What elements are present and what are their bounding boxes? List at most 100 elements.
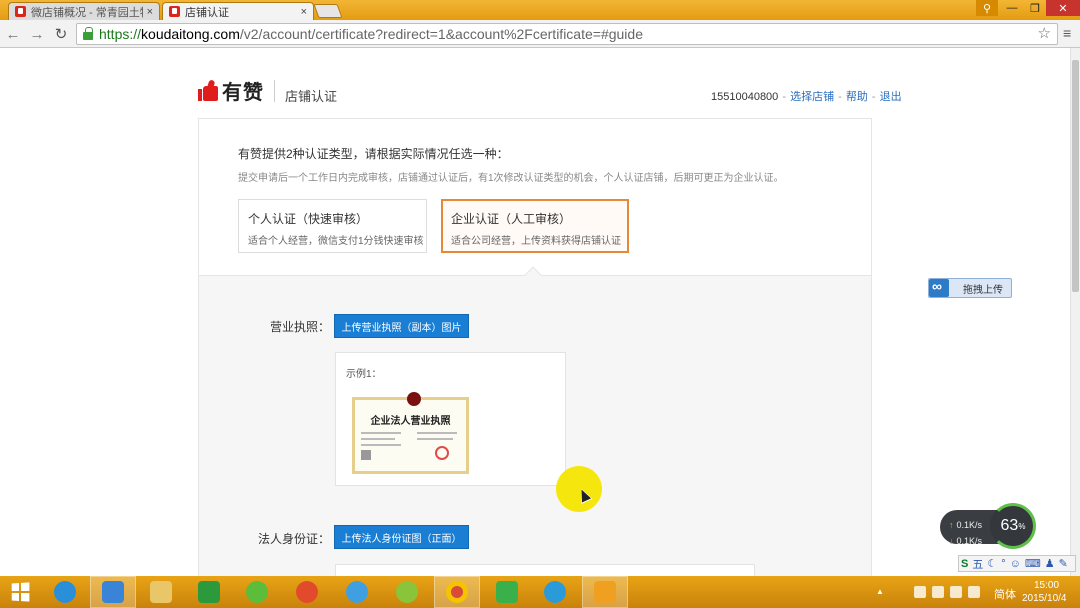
moon-icon[interactable]: ☾	[987, 557, 997, 570]
volume-icon[interactable]	[968, 586, 980, 598]
option-personal-certification[interactable]: 个人认证（快速审核） 适合个人经营，微信支付1分钱快速审核	[238, 199, 427, 253]
taskbar-360[interactable]	[234, 576, 280, 608]
option-title: 个人认证（快速审核）	[248, 212, 369, 226]
tab-close-icon[interactable]: ×	[301, 6, 307, 18]
windows-logo-icon	[11, 582, 30, 602]
tab-shop-certification[interactable]: 店铺认证 ×	[162, 2, 314, 20]
back-arrow-icon[interactable]: ←	[4, 25, 22, 43]
system-tray: ▲ 简体 15:00 2015/10/4	[870, 576, 1080, 608]
reload-icon[interactable]: ↻	[52, 25, 70, 43]
tab-title: 微店铺概况 - 常青园土特产	[31, 6, 143, 19]
forward-arrow-icon[interactable]: →	[28, 25, 46, 43]
security-app-icon	[246, 581, 268, 603]
window-close-icon[interactable]: ✕	[1046, 0, 1080, 16]
taskbar-chrome[interactable]	[434, 576, 480, 608]
punctuation-icon[interactable]: °	[1001, 558, 1005, 570]
clock-date[interactable]: 2015/10/4	[1022, 593, 1067, 604]
bookmark-star-icon[interactable]: ☆	[1038, 24, 1051, 42]
taskbar-store[interactable]	[186, 576, 232, 608]
download-speed: ↓ 0.1K/s	[949, 536, 982, 546]
drag-upload-button[interactable]: 拖拽上传	[928, 278, 1012, 298]
legal-id-label: 法人身份证：	[258, 532, 331, 546]
upload-license-button[interactable]: 上传营业执照（副本）图片	[334, 314, 469, 338]
taskbar-media-player[interactable]	[484, 576, 530, 608]
keyboard-icon[interactable]: ⌨	[1025, 557, 1041, 570]
cert-text-line	[417, 438, 453, 440]
download-speed-value: 0.1K/s	[956, 536, 983, 546]
upload-id-card-button[interactable]: 上传法人身份证图（正面）	[334, 525, 469, 549]
tab-shop-overview[interactable]: 微店铺概况 - 常青园土特产 ×	[8, 2, 160, 20]
ime-mode[interactable]: 五	[972, 556, 983, 572]
taskbar-pinwheel[interactable]	[284, 576, 330, 608]
lock-icon	[83, 27, 93, 40]
help-link[interactable]: 帮助	[846, 91, 868, 103]
start-button[interactable]	[0, 576, 40, 608]
taskbar-ie[interactable]	[42, 576, 88, 608]
taskbar-audio-recorder[interactable]	[582, 576, 628, 608]
cert-text-line	[417, 432, 457, 434]
qq-browser-icon	[346, 581, 368, 603]
scrollbar-thumb[interactable]	[1072, 60, 1079, 292]
maximize-icon[interactable]: ❐	[1024, 0, 1046, 16]
separator: -	[779, 91, 790, 103]
cert-text-line	[361, 444, 401, 446]
network-flag-icon[interactable]	[914, 586, 926, 598]
windows-taskbar: ▲ 简体 15:00 2015/10/4	[0, 576, 1080, 608]
tools-icon[interactable]: ✎	[1059, 557, 1068, 570]
taskbar-explorer[interactable]	[138, 576, 184, 608]
new-tab-button[interactable]	[313, 4, 343, 18]
tab-close-icon[interactable]: ×	[147, 6, 153, 18]
sogou-s-icon: S	[961, 557, 969, 570]
play-icon	[496, 581, 518, 603]
separator: -	[835, 91, 845, 103]
emblem-icon	[407, 392, 421, 406]
page-content: 有赞 店铺认证 15510040800 - 选择店铺 - 帮助 - 退出 有赞提…	[0, 48, 1070, 576]
option-title: 企业认证（人工审核）	[451, 212, 572, 226]
ime-toolbar[interactable]: S 五 ☾ ° ☺ ⌨ ♟ ✎	[958, 555, 1076, 572]
sample-cert-title: 企业法人营业执照	[370, 416, 451, 427]
display-icon[interactable]	[950, 586, 962, 598]
id-card-sample-box	[335, 564, 755, 576]
upload-form: 营业执照： 上传营业执照（副本）图片 示例1： 企业法人营业执照 法人身份证： …	[199, 275, 871, 576]
switch-shop-link[interactable]: 选择店铺	[790, 91, 834, 103]
separator: -	[868, 91, 879, 103]
taskbar-qq-browser[interactable]	[334, 576, 380, 608]
cloud-upload-icon	[929, 278, 949, 297]
youzan-favicon-icon	[169, 6, 180, 17]
up-arrow-icon: ↑	[949, 520, 954, 530]
thumbs-up-icon	[198, 78, 218, 102]
logo-divider	[274, 79, 275, 102]
user-bar: 15510040800 - 选择店铺 - 帮助 - 退出	[711, 88, 902, 104]
skin-icon[interactable]: ♟	[1045, 557, 1055, 570]
site-logo[interactable]: 有赞 店铺认证	[198, 76, 337, 105]
sample-license-image: 企业法人营业执照	[352, 392, 469, 474]
url-host: koudaitong.com	[141, 26, 240, 42]
taskbar-feather-app[interactable]	[532, 576, 578, 608]
taskbar-baidu-cloud[interactable]	[90, 576, 136, 608]
input-language[interactable]: 简体	[994, 586, 1016, 602]
browser-menu-icon[interactable]: ≡	[1063, 25, 1071, 41]
leaf-app-icon	[396, 581, 418, 603]
signal-icon[interactable]	[932, 586, 944, 598]
down-arrow-icon: ↓	[949, 536, 954, 546]
internet-explorer-icon	[54, 581, 76, 603]
option-business-certification[interactable]: 企业认证（人工审核） 适合公司经营，上传资料获得店铺认证	[441, 199, 629, 253]
minimize-icon[interactable]: —	[1000, 0, 1024, 16]
logout-link[interactable]: 退出	[880, 91, 902, 103]
license-sample-box: 示例1： 企业法人营业执照	[335, 352, 566, 486]
profile-icon[interactable]: ⚲	[976, 0, 998, 16]
cert-type-section: 有赞提供2种认证类型，请根据实际情况任选一种： 提交申请后一个工作日内完成审核，…	[199, 119, 871, 275]
show-hidden-icons[interactable]: ▲	[876, 587, 884, 596]
taskbar-leaf-app[interactable]	[384, 576, 430, 608]
folder-icon	[150, 581, 172, 603]
smile-icon[interactable]: ☺	[1010, 558, 1021, 570]
page-scrollbar[interactable]	[1070, 48, 1080, 576]
address-bar[interactable]: https:// koudaitong.com /v2/account/cert…	[76, 23, 1058, 45]
option-description: 适合公司经营，上传资料获得店铺认证	[451, 236, 621, 247]
network-speed-widget[interactable]: ↑ 0.1K/s ↓ 0.1K/s 63%	[940, 503, 1036, 549]
clock-time[interactable]: 15:00	[1034, 580, 1059, 591]
official-stamp-icon	[435, 446, 449, 460]
drag-upload-label: 拖拽上传	[963, 284, 1003, 296]
tab-title: 店铺认证	[185, 6, 229, 19]
page-title: 店铺认证	[285, 89, 338, 104]
